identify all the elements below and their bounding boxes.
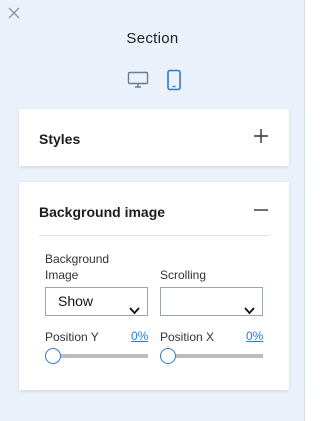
position-y-label: Position Y [45, 330, 99, 344]
desktop-icon[interactable] [126, 68, 150, 92]
styles-card[interactable]: Styles [19, 109, 289, 166]
scrolling-label: Scrolling [160, 268, 207, 282]
background-image-select[interactable]: Show [45, 287, 148, 316]
position-x-value[interactable]: 0% [246, 329, 263, 343]
styles-title: Styles [39, 131, 81, 147]
chevron-down-icon [129, 297, 140, 315]
scrolling-select[interactable] [160, 287, 263, 316]
plus-icon[interactable] [253, 128, 269, 144]
background-image-title: Background image [39, 204, 166, 220]
device-switcher [126, 68, 186, 92]
minus-icon[interactable] [253, 202, 269, 218]
panel-title: Section [126, 30, 179, 47]
background-image-select-value: Show [58, 293, 94, 309]
background-image-label: Background Image [45, 252, 110, 282]
position-x-slider[interactable] [160, 348, 263, 364]
position-y-slider[interactable] [45, 348, 148, 364]
mobile-icon[interactable] [162, 68, 186, 92]
close-icon[interactable] [7, 6, 21, 20]
divider [39, 235, 270, 236]
slider-thumb[interactable] [160, 348, 176, 364]
position-y-value[interactable]: 0% [131, 329, 148, 343]
position-x-label: Position X [160, 330, 215, 344]
section-settings-panel: Section Styles Background image Backgrou… [0, 0, 305, 421]
chevron-down-icon [244, 297, 255, 315]
background-image-card: Background image Background Image Scroll… [19, 182, 289, 390]
slider-thumb[interactable] [45, 348, 61, 364]
